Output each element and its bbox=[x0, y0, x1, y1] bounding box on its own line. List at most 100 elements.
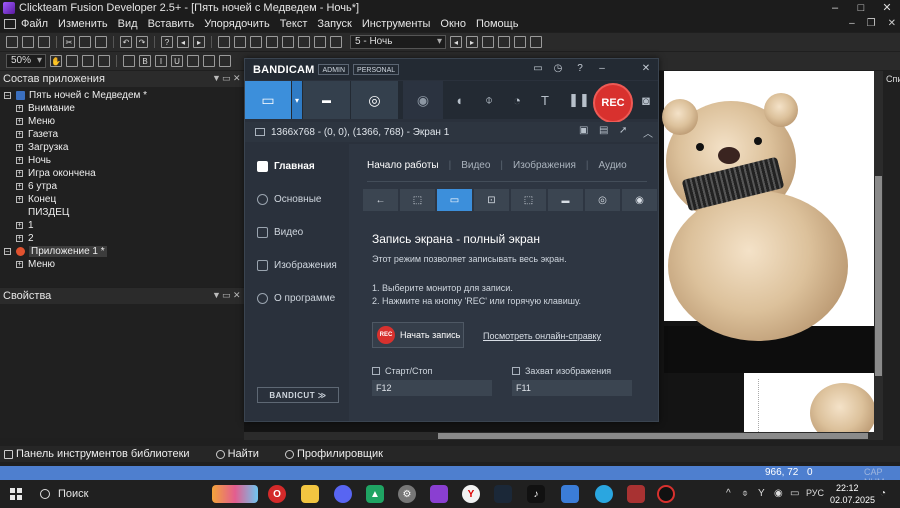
app-icon[interactable] bbox=[561, 485, 579, 503]
timer-icon[interactable]: ◷ bbox=[551, 62, 565, 76]
tab-images[interactable]: Изображения bbox=[513, 160, 576, 181]
tree-frame[interactable]: + Загрузка bbox=[16, 141, 68, 154]
sidebar-item-images[interactable]: Изображения bbox=[257, 260, 337, 271]
expand-icon[interactable]: + bbox=[16, 183, 23, 190]
forward-icon[interactable]: ▸ bbox=[193, 36, 205, 48]
taskbar-search[interactable]: Поиск bbox=[35, 484, 210, 504]
tree-frame[interactable]: + Игра окончена bbox=[16, 167, 96, 180]
hdmi-icon[interactable]: ▬ bbox=[548, 189, 583, 211]
speaker-icon[interactable]: ◖ bbox=[445, 81, 473, 119]
help-icon[interactable]: ? bbox=[573, 62, 587, 76]
sidebar-item-general[interactable]: Основные bbox=[257, 194, 321, 205]
panel-menu-icon[interactable]: ▼ bbox=[212, 290, 221, 300]
expand-icon[interactable]: + bbox=[16, 105, 23, 112]
pause-icon[interactable]: ❚❚ bbox=[565, 81, 593, 119]
network-icon[interactable]: ▭ bbox=[790, 488, 799, 499]
expand-icon[interactable]: + bbox=[16, 170, 23, 177]
checkbox-icon[interactable] bbox=[372, 367, 380, 375]
maximize-button[interactable]: □ bbox=[848, 0, 874, 16]
window-lock-icon[interactable]: ⊡ bbox=[474, 189, 509, 211]
mic-icon[interactable]: ⌽ bbox=[475, 81, 503, 119]
mode-screen-button[interactable]: ▭ bbox=[245, 81, 291, 119]
tab-find[interactable]: Найти bbox=[212, 448, 259, 460]
close-button[interactable]: ✕ bbox=[874, 0, 900, 16]
underline-icon[interactable]: U bbox=[171, 55, 183, 67]
mdi-close-icon[interactable]: ✕ bbox=[888, 18, 896, 29]
language-indicator[interactable]: РУС bbox=[806, 488, 824, 498]
expand-icon[interactable]: + bbox=[16, 196, 23, 203]
hotkey-start-label[interactable]: Старт/Стоп bbox=[372, 366, 432, 376]
hotkey-capture-label[interactable]: Захват изображения bbox=[512, 366, 611, 376]
back-arrow-icon[interactable]: ← bbox=[363, 189, 398, 211]
panel-float-icon[interactable]: ▭ bbox=[222, 73, 231, 84]
camera-icon[interactable]: ◙ bbox=[635, 81, 657, 119]
tab-profiler[interactable]: Профилировщик bbox=[281, 448, 383, 460]
panel-float-icon[interactable]: ▭ bbox=[222, 290, 231, 301]
horizontal-scrollbar[interactable] bbox=[244, 432, 884, 440]
mode-dropdown-button[interactable]: ▾ bbox=[292, 81, 302, 119]
drive-icon[interactable]: ▲ bbox=[366, 485, 384, 503]
font-icon[interactable] bbox=[123, 55, 135, 67]
tiktok-icon[interactable]: ♪ bbox=[527, 485, 545, 503]
text-icon[interactable]: T bbox=[531, 81, 559, 119]
settings-icon[interactable]: ⚙ bbox=[398, 485, 416, 503]
audio-only-icon[interactable]: ◉ bbox=[622, 189, 657, 211]
build-icon[interactable] bbox=[330, 36, 342, 48]
italic-icon[interactable]: I bbox=[155, 55, 167, 67]
tree-frame[interactable]: + Внимание bbox=[16, 102, 75, 115]
opera-icon[interactable]: O bbox=[268, 485, 286, 503]
menu-tools[interactable]: Инструменты bbox=[362, 18, 431, 30]
scroll-thumb[interactable] bbox=[438, 433, 868, 439]
steam-icon[interactable] bbox=[494, 485, 512, 503]
fullscreen-icon[interactable]: ▭ bbox=[437, 189, 472, 211]
open-folder-icon[interactable] bbox=[22, 36, 34, 48]
rect-region-icon[interactable]: ⬚ bbox=[400, 189, 435, 211]
hand-icon[interactable]: ✋ bbox=[50, 55, 62, 67]
tray-chevron-icon[interactable]: ^ bbox=[726, 488, 731, 499]
panel-close-icon[interactable]: ✕ bbox=[233, 73, 241, 84]
expand-icon[interactable]: + bbox=[16, 144, 23, 151]
tree-frame[interactable]: ПИЗДЕЦ bbox=[28, 206, 69, 219]
winrar-icon[interactable] bbox=[627, 485, 645, 503]
menu-insert[interactable]: Вставить bbox=[148, 18, 195, 30]
sidebar-item-home[interactable]: Главная bbox=[257, 161, 315, 172]
next-frame-icon[interactable]: ▸ bbox=[466, 36, 478, 48]
tree-frame[interactable]: + Меню bbox=[16, 115, 55, 128]
tree-frame[interactable]: + Меню bbox=[16, 258, 55, 271]
online-help-link[interactable]: Посмотреть онлайн-справку bbox=[483, 331, 601, 341]
tree-frame[interactable]: + 1 bbox=[16, 219, 34, 232]
tab-library[interactable]: Панель инструментов библиотеки bbox=[0, 448, 190, 460]
zoom-select[interactable]: 50% bbox=[6, 54, 46, 68]
collapse-up-icon[interactable]: ︿ bbox=[643, 125, 653, 140]
mdi-minimize-icon[interactable]: – bbox=[849, 18, 855, 29]
align-center-icon[interactable] bbox=[203, 55, 215, 67]
cursor-effect-icon[interactable]: ➚ bbox=[619, 125, 627, 136]
tab-audio[interactable]: Аудио bbox=[599, 160, 627, 181]
sidebar-item-about[interactable]: О программе bbox=[257, 293, 335, 304]
expand-icon[interactable]: + bbox=[16, 222, 23, 229]
mic-tray-icon[interactable]: ⌽ bbox=[742, 488, 748, 499]
menu-window[interactable]: Окно bbox=[440, 18, 466, 30]
menu-file[interactable]: Файл bbox=[21, 18, 48, 30]
paste-icon[interactable] bbox=[95, 36, 107, 48]
tab-getting-started[interactable]: Начало работы bbox=[367, 160, 439, 181]
clock-time[interactable]: 22:12 bbox=[836, 483, 859, 493]
checkbox-icon[interactable] bbox=[512, 367, 520, 375]
frame-select[interactable]: 5 - Ночь bbox=[350, 35, 446, 49]
bandicut-button[interactable]: BANDICUT ≫ bbox=[257, 387, 339, 403]
back-icon[interactable]: ◂ bbox=[177, 36, 189, 48]
telegram-icon[interactable] bbox=[595, 485, 613, 503]
panel-menu-icon[interactable]: ▼ bbox=[212, 73, 221, 83]
rec-button[interactable]: REC bbox=[593, 83, 633, 123]
undo-icon[interactable]: ↶ bbox=[120, 36, 132, 48]
run-app-icon[interactable] bbox=[314, 36, 326, 48]
around-mouse-icon[interactable]: ⬚ bbox=[511, 189, 546, 211]
webcam-button[interactable]: ◉ bbox=[403, 81, 443, 119]
tree-frame[interactable]: + 6 утра bbox=[16, 180, 57, 193]
tree-frame[interactable]: + Газета bbox=[16, 128, 58, 141]
image-icon[interactable]: ▤ bbox=[599, 125, 608, 136]
menu-view[interactable]: Вид bbox=[118, 18, 138, 30]
hook-icon[interactable]: ◔ bbox=[503, 81, 531, 119]
scroll-thumb[interactable] bbox=[875, 176, 882, 376]
expand-icon[interactable]: + bbox=[16, 261, 23, 268]
